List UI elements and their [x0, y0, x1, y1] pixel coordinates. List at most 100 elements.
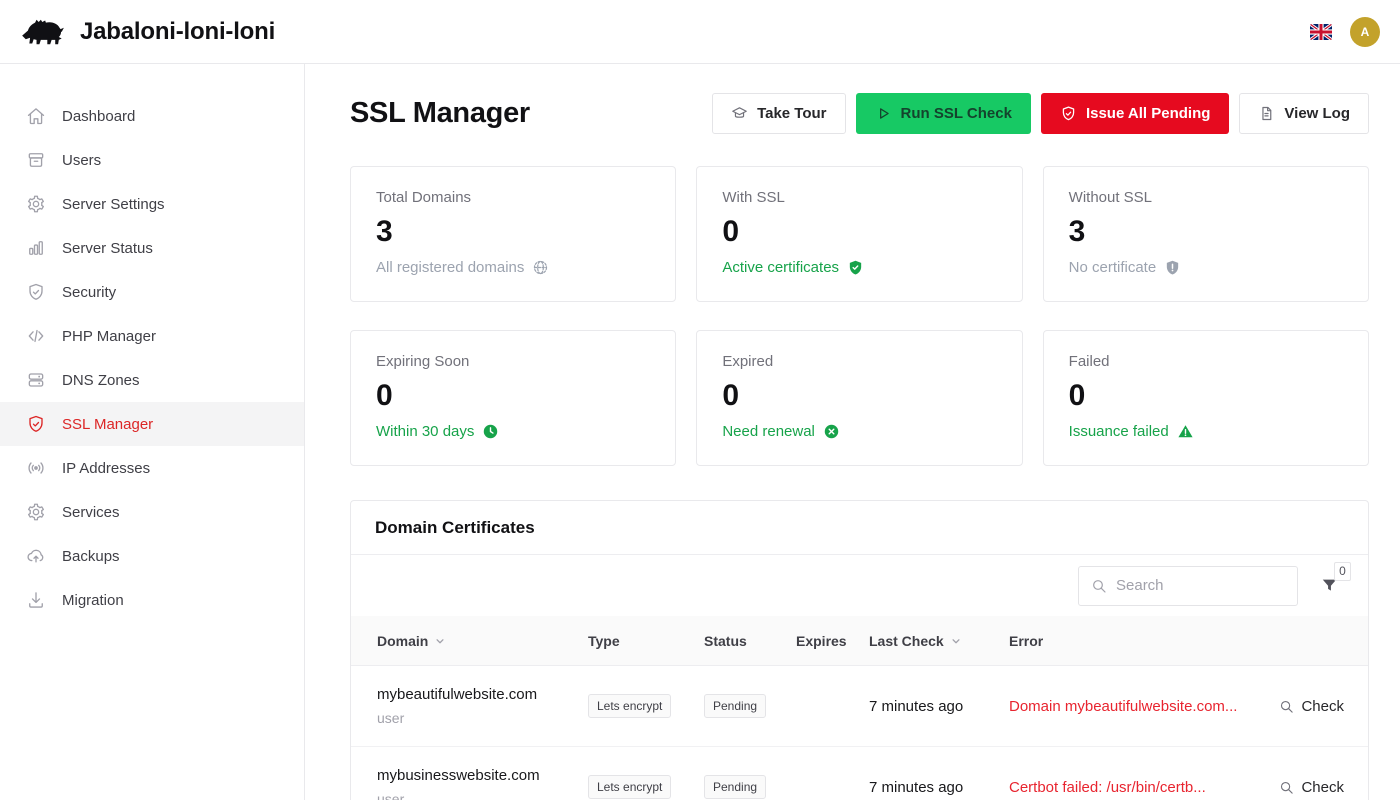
- type-badge: Lets encrypt: [588, 775, 671, 799]
- brand: Jabaloni-loni-loni: [20, 16, 275, 48]
- stat-label: Failed: [1069, 353, 1343, 370]
- status-badge: Pending: [704, 775, 766, 799]
- button-label: Issue All Pending: [1086, 105, 1210, 122]
- sidebar-item-php-manager[interactable]: PHP Manager: [0, 314, 304, 358]
- chevron-down-icon: [949, 634, 963, 648]
- sidebar-item-label: Migration: [62, 592, 124, 609]
- sidebar-item-label: Dashboard: [62, 108, 135, 125]
- column-label: Type: [588, 633, 620, 649]
- column-label: Expires: [796, 633, 847, 649]
- code-icon: [26, 326, 46, 346]
- app-title: Jabaloni-loni-loni: [80, 18, 275, 46]
- stat-sub-label: Active certificates: [722, 259, 839, 276]
- stat-label: Without SSL: [1069, 189, 1343, 206]
- search-icon: [1279, 780, 1294, 795]
- globe-icon: [532, 259, 549, 276]
- check-button[interactable]: Check: [1256, 779, 1344, 796]
- button-label: Take Tour: [757, 105, 826, 122]
- shield-alert-icon: [1164, 259, 1181, 276]
- sidebar-item-label: SSL Manager: [62, 416, 153, 433]
- check-button[interactable]: Check: [1256, 698, 1344, 715]
- domain-certificates-panel: Domain Certificates 0 Domain Type: [350, 500, 1369, 800]
- filter-count-badge: 0: [1334, 562, 1351, 581]
- column-header-domain[interactable]: Domain: [377, 633, 588, 649]
- column-header-status: Status: [704, 633, 796, 649]
- user-avatar[interactable]: A: [1350, 17, 1380, 47]
- topbar: Jabaloni-loni-loni A: [0, 0, 1400, 64]
- domain-name: mybeautifulwebsite.com: [377, 686, 588, 703]
- view-log-button[interactable]: View Log: [1239, 93, 1369, 134]
- stat-sub-label: Issuance failed: [1069, 423, 1169, 440]
- table-header: Domain Type Status Expires Last Check: [351, 616, 1368, 666]
- domain-owner: user: [377, 791, 588, 800]
- column-label: Domain: [377, 633, 428, 649]
- sidebar-item-services[interactable]: Services: [0, 490, 304, 534]
- stat-value: 3: [1069, 215, 1343, 249]
- search-input[interactable]: [1116, 577, 1285, 594]
- stat-sub-label: Need renewal: [722, 423, 815, 440]
- warning-triangle-icon: [1177, 423, 1194, 440]
- shield-check-badge-icon: [847, 259, 864, 276]
- sidebar-item-server-status[interactable]: Server Status: [0, 226, 304, 270]
- sidebar-item-server-settings[interactable]: Server Settings: [0, 182, 304, 226]
- stat-value: 0: [722, 379, 996, 413]
- users-icon: [26, 150, 46, 170]
- cloud-upload-icon: [26, 546, 46, 566]
- error-message: Certbot failed: /usr/bin/certb...: [1009, 779, 1256, 796]
- column-header-type: Type: [588, 633, 704, 649]
- sidebar-item-backups[interactable]: Backups: [0, 534, 304, 578]
- shield-check-icon: [1060, 105, 1077, 122]
- language-flag-icon[interactable]: [1310, 24, 1332, 40]
- page-title: SSL Manager: [350, 97, 530, 130]
- sidebar-item-label: PHP Manager: [62, 328, 156, 345]
- column-header-last-check[interactable]: Last Check: [869, 633, 1009, 649]
- stat-value: 0: [722, 215, 996, 249]
- stat-value: 0: [376, 379, 650, 413]
- last-check-cell: 7 minutes ago: [869, 698, 1009, 715]
- sidebar-item-ssl-manager[interactable]: SSL Manager: [0, 402, 304, 446]
- stat-value: 0: [1069, 379, 1343, 413]
- sidebar-item-migration[interactable]: Migration: [0, 578, 304, 622]
- sidebar-item-label: Backups: [62, 548, 120, 565]
- stat-label: Expired: [722, 353, 996, 370]
- shield-check-icon: [26, 282, 46, 302]
- domain-cell: mybusinesswebsite.com user: [377, 767, 588, 800]
- stat-label: Total Domains: [376, 189, 650, 206]
- sidebar-item-label: Services: [62, 504, 120, 521]
- sidebar-item-ip-addresses[interactable]: IP Addresses: [0, 446, 304, 490]
- stat-label: Expiring Soon: [376, 353, 650, 370]
- sidebar-item-label: Server Status: [62, 240, 153, 257]
- filter-button[interactable]: 0: [1320, 576, 1340, 596]
- error-message: Domain mybeautifulwebsite.com...: [1009, 698, 1256, 715]
- stat-card-with-ssl: With SSL 0 Active certificates: [696, 166, 1022, 302]
- search-icon: [1279, 699, 1294, 714]
- stat-label: With SSL: [722, 189, 996, 206]
- broadcast-icon: [26, 458, 46, 478]
- sidebar-item-dashboard[interactable]: Dashboard: [0, 94, 304, 138]
- sidebar-item-label: Server Settings: [62, 196, 165, 213]
- page-actions: Take Tour Run SSL Check Issue All Pendin…: [712, 93, 1369, 134]
- gear-icon: [26, 194, 46, 214]
- type-badge: Lets encrypt: [588, 694, 671, 718]
- domain-name: mybusinesswebsite.com: [377, 767, 588, 784]
- download-icon: [26, 590, 46, 610]
- sidebar-item-security[interactable]: Security: [0, 270, 304, 314]
- x-circle-icon: [823, 423, 840, 440]
- sidebar: Dashboard Users Server Settings Server S…: [0, 64, 305, 800]
- table-row: mybusinesswebsite.com user Lets encrypt …: [351, 747, 1368, 800]
- column-label: Error: [1009, 633, 1043, 649]
- gear-icon: [26, 502, 46, 522]
- column-label: Last Check: [869, 633, 944, 649]
- play-icon: [875, 105, 892, 122]
- sidebar-item-dns-zones[interactable]: DNS Zones: [0, 358, 304, 402]
- sidebar-item-label: DNS Zones: [62, 372, 140, 389]
- sidebar-item-users[interactable]: Users: [0, 138, 304, 182]
- take-tour-button[interactable]: Take Tour: [712, 93, 845, 134]
- run-ssl-check-button[interactable]: Run SSL Check: [856, 93, 1031, 134]
- stat-card-without-ssl: Without SSL 3 No certificate: [1043, 166, 1369, 302]
- sidebar-item-label: Users: [62, 152, 101, 169]
- check-button-label: Check: [1301, 779, 1344, 796]
- table-row: mybeautifulwebsite.com user Lets encrypt…: [351, 666, 1368, 747]
- panel-title: Domain Certificates: [375, 518, 535, 538]
- issue-all-pending-button[interactable]: Issue All Pending: [1041, 93, 1229, 134]
